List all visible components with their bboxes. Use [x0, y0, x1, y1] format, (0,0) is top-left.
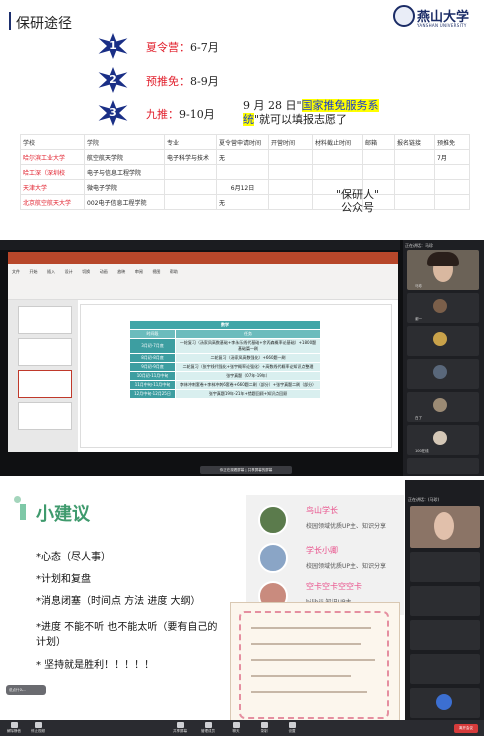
- suggestion-item: *心态（尽人事）: [36, 552, 111, 563]
- table-row: 8月初-8月底 二轮复习（汤家凤高数强化）+660题一刷: [129, 353, 321, 363]
- members-button[interactable]: 管理成员: [196, 722, 220, 734]
- suggestion-title: 小建议: [36, 504, 90, 525]
- suggestion-item: *消息闭塞（时间点 方法 进度 大纲）: [36, 596, 201, 607]
- ribbon-tab[interactable]: 开始: [30, 269, 38, 274]
- table-row: 10月初-11月中旬 张宇真题（07年-19年）: [129, 371, 321, 381]
- record-button[interactable]: 录制: [252, 722, 276, 734]
- ribbon-tab[interactable]: 切换: [82, 269, 90, 274]
- person-name: 学长小卿: [306, 546, 338, 555]
- table-header: 学校 学院 专业 夏令营申请时间 开营时间 材料截止时间 邮箱 报名链接 预推免: [20, 134, 470, 150]
- powerpoint-window: 文件 开始 插入 设计 切换 动画 放映 审阅 视图 帮助 数学 时间段 任务 3…: [8, 252, 398, 452]
- star-badge-icon: 3: [98, 100, 128, 126]
- ppt-title-bar: [8, 252, 398, 264]
- share-button[interactable]: 共享屏幕: [168, 722, 192, 734]
- table-row: 12月中旬-12月25日 张宇真题19年-21年+错题回顾+知识点回顾: [129, 389, 321, 399]
- ribbon-tab[interactable]: 插入: [47, 269, 55, 274]
- table-row: 北京航空航天大学 002电子信息工程学院无: [20, 194, 470, 210]
- participant-tile[interactable]: [407, 359, 479, 389]
- video-button[interactable]: 停止视频: [26, 722, 50, 734]
- participant-tile[interactable]: [410, 620, 480, 650]
- chat-input[interactable]: 说点什么...: [6, 685, 46, 695]
- participant-tile[interactable]: 马珍: [407, 250, 479, 290]
- ribbon-tab[interactable]: 放映: [117, 269, 125, 274]
- slide-thumbnail[interactable]: [18, 402, 72, 430]
- table-row: 11月中旬-11月中旬 李林冲刺套卷+李林冲刺6套卷+660题二刷（部分）+张宇真…: [129, 380, 321, 390]
- participant-tile[interactable]: [410, 552, 480, 582]
- table-header: 时间段: [129, 329, 176, 339]
- ribbon-tab[interactable]: 文件: [12, 269, 20, 274]
- slide-thumbnails: [8, 300, 78, 452]
- university-emblem-icon: [393, 5, 415, 27]
- slide-thumbnail[interactable]: [18, 370, 72, 398]
- person-desc: 校园领域优质UP主、知识分享: [306, 523, 387, 530]
- meeting-top-bar: [0, 240, 400, 250]
- table-row: 3月初-7月底 一轮复习（汤家凤高数基础+李永乐线代基础+余丙森概率论基础）+18…: [129, 338, 321, 354]
- speaker-label: 正在讲话：(马珍): [408, 497, 440, 502]
- ribbon-tab[interactable]: 视图: [152, 269, 160, 274]
- star-badge-icon: 1: [98, 33, 128, 59]
- participant-panel: 正在讲话：马珍 马珍 谢一 白了 100在线: [403, 240, 484, 476]
- suggestion-item: *计划和复盘: [36, 574, 91, 585]
- ribbon-tab[interactable]: 帮助: [170, 269, 178, 274]
- math-plan-table: 数学 时间段 任务 3月初-7月底 一轮复习（汤家凤高数基础+李永乐线代基础+余丙森…: [129, 320, 321, 399]
- participant-tile[interactable]: [407, 326, 479, 356]
- table-row: 哈尔滨工业大学 航空航天学院 电子科学与技术无 7月: [20, 149, 470, 165]
- chat-button[interactable]: 聊天: [224, 722, 248, 734]
- school-table: 学校 学院 专业 夏令营申请时间 开营时间 材料截止时间 邮箱 报名链接 预推免…: [20, 134, 470, 210]
- star-badge-icon: 2: [98, 67, 128, 93]
- table-header: 任务: [175, 329, 321, 339]
- table-title: 数学: [129, 320, 321, 330]
- table-row: 天津大学 微电子学院 6月12日: [20, 179, 470, 195]
- meeting-toolbar: 解除静音 停止视频 共享屏幕 管理成员 聊天 录制 设置: [0, 720, 484, 736]
- slide-canvas: 数学 时间段 任务 3月初-7月底 一轮复习（汤家凤高数基础+李永乐线代基础+余丙森…: [80, 304, 392, 448]
- participant-tile[interactable]: [410, 586, 480, 616]
- title-accent-bar: [9, 12, 11, 30]
- note-text: 9 月 28 日"国家推免服务系统"就可以填报志愿了: [243, 99, 379, 126]
- logo-en: YANSHAN UNIVERSITY: [417, 23, 467, 28]
- participant-tile[interactable]: 100在线: [407, 425, 479, 455]
- slide-baoyan: 保研途径 燕山大学 YANSHAN UNIVERSITY 1 夏令营：6-7月 …: [0, 0, 484, 236]
- ribbon-tab[interactable]: 设计: [65, 269, 73, 274]
- watermark: "保研人" 公众号: [336, 188, 380, 214]
- decor-dot: [14, 496, 21, 503]
- slide-thumbnail[interactable]: [18, 306, 72, 334]
- table-row: 哈工深（深圳校 电子与信息工程学院: [20, 164, 470, 180]
- avatar: [258, 505, 288, 535]
- avatar: [258, 543, 288, 573]
- participant-tile[interactable]: 谢一: [407, 293, 479, 323]
- speaker-label: 正在讲话：马珍: [405, 243, 433, 248]
- step-2: 预推免：8-9月: [146, 75, 219, 88]
- participant-tile[interactable]: [407, 458, 479, 474]
- suggestion-item: *进度 不能不听 也不能太听（要有自己的计划）: [36, 622, 218, 648]
- participant-tile[interactable]: [410, 654, 480, 684]
- step-3: 九推：9-10月: [146, 108, 215, 121]
- settings-button[interactable]: 设置: [280, 722, 304, 734]
- step-1: 夏令营：6-7月: [146, 41, 219, 54]
- leave-meeting-button[interactable]: 离开会议: [454, 724, 478, 733]
- ribbon-tab[interactable]: 动画: [100, 269, 108, 274]
- participant-tile[interactable]: [410, 506, 480, 548]
- ribbon-tab[interactable]: 审阅: [135, 269, 143, 274]
- people-card: 鸟山学长 校园领域优质UP主、知识分享 学长小卿 校园领域优质UP主、知识分享 …: [246, 495, 404, 615]
- suggestion-slide: 小建议 *心态（尽人事） *计划和复盘 *消息闭塞（时间点 方法 进度 大纲） …: [0, 480, 484, 736]
- suggestion-item: * 坚持就是胜利！！！！！: [36, 660, 155, 671]
- handwritten-note-photo: [230, 602, 400, 728]
- slide-thumbnail[interactable]: [18, 338, 72, 366]
- meeting-share-window: 文件 开始 插入 设计 切换 动画 放映 审阅 视图 帮助 数学 时间段 任务 3…: [0, 240, 484, 476]
- participant-tile[interactable]: [410, 688, 480, 718]
- table-row: 9月初-9月底 二轮复习（张宇线代强化+张宇概率论强化）+高数线代概率论知识点整理: [129, 362, 321, 372]
- share-status-bar[interactable]: 你正在观看屏幕 | 共享屏幕的屏幕: [200, 466, 292, 474]
- mute-button[interactable]: 解除静音: [2, 722, 26, 734]
- slide-title: 保研途径: [16, 16, 72, 32]
- ppt-ribbon: 文件 开始 插入 设计 切换 动画 放映 审阅 视图 帮助: [8, 264, 398, 300]
- decor-bar: [20, 504, 26, 520]
- participant-tile[interactable]: 白了: [407, 392, 479, 422]
- person-name: 鸟山学长: [306, 506, 338, 515]
- person-desc: 校园领域优质UP主、知识分享: [306, 563, 387, 570]
- person-name: 空卡空卡空空卡: [306, 582, 362, 591]
